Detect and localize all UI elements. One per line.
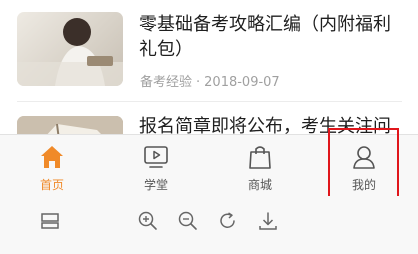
home-icon — [41, 146, 63, 168]
viewer-toolbar — [0, 196, 418, 254]
article-date: 2018-09-07 — [204, 75, 280, 90]
tab-mall[interactable]: 商城 — [208, 135, 312, 197]
highlight-box — [328, 128, 399, 201]
video-play-icon — [144, 146, 168, 168]
tab-home[interactable]: 首页 — [0, 135, 104, 197]
rotate-icon — [220, 212, 235, 228]
article-title[interactable]: 零基础备考攻略汇编（内附福利礼包） — [139, 12, 402, 62]
zoom-in-button[interactable] — [137, 210, 159, 232]
article-thumbnail — [17, 12, 123, 86]
list-divider — [17, 101, 402, 102]
zoom-out-button[interactable] — [177, 210, 199, 232]
shopping-bag-icon — [249, 146, 271, 169]
article-category: 备考经验 — [140, 75, 193, 90]
article-thumbnail — [17, 116, 123, 136]
zoom-in-icon — [138, 211, 157, 230]
rotate-button[interactable] — [217, 210, 239, 232]
article-meta: 备考经验 · 2018-09-07 — [140, 71, 280, 90]
tab-label: 首页 — [39, 178, 64, 192]
layout-button[interactable] — [39, 210, 61, 232]
download-button[interactable] — [257, 210, 279, 232]
layout-icon — [41, 213, 59, 229]
download-icon — [259, 212, 277, 230]
tab-school[interactable]: 学堂 — [104, 135, 208, 197]
meta-separator: · — [196, 75, 201, 90]
article-item[interactable]: 零基础备考攻略汇编（内附福利礼包） 备考经验 · 2018-09-07 — [0, 0, 418, 102]
tab-label: 商城 — [247, 178, 272, 192]
tab-label: 学堂 — [143, 178, 168, 192]
zoom-out-icon — [178, 211, 197, 230]
